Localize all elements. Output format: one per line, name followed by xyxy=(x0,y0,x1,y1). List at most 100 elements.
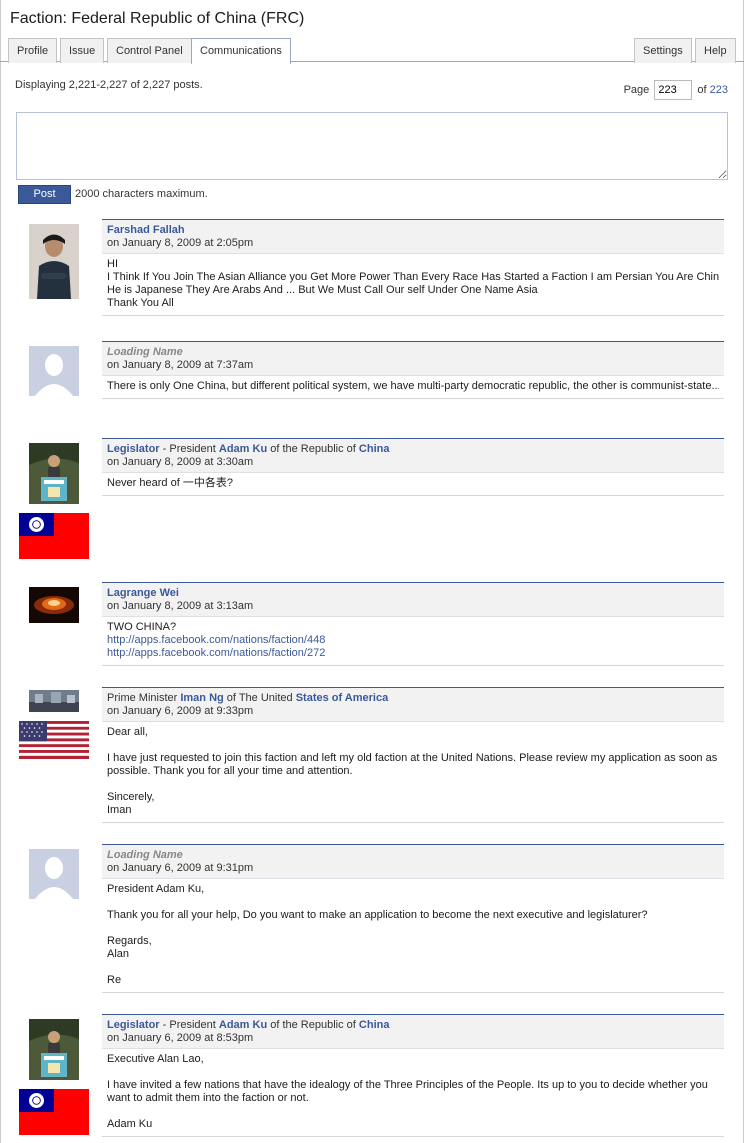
of-label: of xyxy=(697,84,707,96)
author-name-loading: Loading Name xyxy=(107,346,183,358)
tab-issue[interactable]: Issue xyxy=(60,38,105,63)
post-date: on January 6, 2009 at 9:31pm xyxy=(107,862,254,874)
pager: Page of 223 xyxy=(623,80,728,101)
avatar[interactable] xyxy=(29,690,79,712)
post-body: Legislator - President Adam Ku of the Re… xyxy=(102,1014,724,1137)
post-date: on January 8, 2009 at 3:30am xyxy=(107,456,254,468)
displaying-count: Displaying 2,221-2,227 of 2,227 posts. xyxy=(15,79,203,91)
author-role[interactable]: Legislator xyxy=(107,1019,160,1031)
author-of-text: of The United xyxy=(223,692,296,704)
author-title-separator: - President xyxy=(159,1019,219,1031)
post-header: Loading Name on January 8, 2009 at 7:37a… xyxy=(102,342,724,376)
author-role[interactable]: Legislator xyxy=(107,443,160,455)
faction-link[interactable]: http://apps.facebook.com/nations/faction… xyxy=(107,647,325,659)
post-line: Regards, xyxy=(107,935,152,947)
author-name[interactable]: Adam Ku xyxy=(219,1019,267,1031)
post-date: on January 8, 2009 at 3:13am xyxy=(107,600,254,612)
avatar[interactable] xyxy=(29,587,79,623)
post-line: HI xyxy=(107,258,118,270)
post-line: Sincerely, xyxy=(107,791,155,803)
nation-link[interactable]: States of America xyxy=(296,692,389,704)
post-content: Executive Alan Lao, I have invited a few… xyxy=(102,1049,724,1137)
post-header: Farshad Fallah on January 8, 2009 at 2:0… xyxy=(102,220,724,254)
post-body: Loading Name on January 8, 2009 at 7:37a… xyxy=(102,341,724,399)
post-line: possible. Thank you for all your time an… xyxy=(107,765,353,777)
post-content: There is only One China, but different p… xyxy=(102,376,724,399)
post-line: TWO CHINA? xyxy=(107,621,177,633)
post-header: Loading Name on January 6, 2009 at 9:31p… xyxy=(102,845,724,879)
post-line: I Think If You Join The Asian Alliance y… xyxy=(107,271,719,283)
page-label: Page xyxy=(623,84,650,96)
page-title: Faction: Federal Republic of China (FRC) xyxy=(10,10,305,27)
post-content: President Adam Ku, Thank you for all you… xyxy=(102,879,724,993)
post-body: Farshad Fallah on January 8, 2009 at 2:0… xyxy=(102,219,724,316)
author-name-loading: Loading Name xyxy=(107,849,183,861)
author-prefix: Prime Minister xyxy=(107,692,181,704)
republic-of-china-flag-icon xyxy=(19,513,89,559)
post-button[interactable]: Post xyxy=(18,185,71,204)
nation-link[interactable]: China xyxy=(359,1019,390,1031)
post-header: Prime Minister Iman Ng of The United Sta… xyxy=(102,688,724,722)
post-line: Thank You All xyxy=(107,297,174,309)
post-line: Re xyxy=(107,974,122,986)
max-characters-note: 2000 characters maximum. xyxy=(75,188,208,200)
tab-bar: Profile Issue Control Panel Communicatio… xyxy=(0,36,744,64)
tab-control-panel[interactable]: Control Panel xyxy=(107,38,192,63)
post-header: Legislator - President Adam Ku of the Re… xyxy=(102,1015,724,1049)
faction-link[interactable]: http://apps.facebook.com/nations/faction… xyxy=(107,634,325,646)
nation-link[interactable]: China xyxy=(359,443,390,455)
author-of-text: of the Republic of xyxy=(267,443,359,455)
post-body: Lagrange Wei on January 8, 2009 at 3:13a… xyxy=(102,582,724,666)
post-line: Alan xyxy=(107,948,130,960)
post-line: want to admit them into the faction or n… xyxy=(107,1092,309,1104)
author-name[interactable]: Lagrange Wei xyxy=(107,587,179,599)
post-content: Never heard of 一中各表? xyxy=(102,473,724,496)
post-date: on January 8, 2009 at 2:05pm xyxy=(107,237,254,249)
tab-communications[interactable]: Communications xyxy=(191,38,291,64)
post-line: Thank you for all your help, Do you want… xyxy=(107,909,648,921)
post-textarea[interactable] xyxy=(16,112,728,180)
avatar[interactable] xyxy=(29,1019,79,1080)
avatar[interactable] xyxy=(29,443,79,504)
post-content: Dear all, I have just requested to join … xyxy=(102,722,724,823)
avatar-placeholder[interactable] xyxy=(29,346,79,396)
post-body: Loading Name on January 6, 2009 at 9:31p… xyxy=(102,844,724,993)
author-name[interactable]: Adam Ku xyxy=(219,443,267,455)
post-line: President Adam Ku, xyxy=(107,883,205,895)
tab-help[interactable]: Help xyxy=(695,38,736,63)
post-line: He is Japanese They Are Arabs And ... Bu… xyxy=(107,284,538,296)
post-line: I have just requested to join this facti… xyxy=(107,752,718,764)
post-date: on January 8, 2009 at 7:37am xyxy=(107,359,254,371)
post-line: There is only One China, but different p… xyxy=(107,380,719,392)
republic-of-china-flag-icon xyxy=(19,1089,89,1135)
post-line: Adam Ku xyxy=(107,1118,153,1130)
united-states-flag-icon xyxy=(19,721,89,759)
tab-profile[interactable]: Profile xyxy=(8,38,58,63)
post-line: Iman xyxy=(107,804,132,816)
author-name[interactable]: Farshad Fallah xyxy=(107,224,185,236)
author-name[interactable]: Iman Ng xyxy=(180,692,223,704)
author-title-separator: - President xyxy=(159,443,219,455)
post-body: Legislator - President Adam Ku of the Re… xyxy=(102,438,724,496)
author-of-text: of the Republic of xyxy=(267,1019,359,1031)
post-body: Prime Minister Iman Ng of The United Sta… xyxy=(102,687,724,823)
post-header: Legislator - President Adam Ku of the Re… xyxy=(102,439,724,473)
avatar-placeholder[interactable] xyxy=(29,849,79,899)
post-header: Lagrange Wei on January 8, 2009 at 3:13a… xyxy=(102,583,724,617)
post-line: Executive Alan Lao, xyxy=(107,1053,204,1065)
post-content: TWO CHINA? http://apps.facebook.com/nati… xyxy=(102,617,724,666)
total-pages-link[interactable]: 223 xyxy=(710,84,728,96)
post-line: Dear all, xyxy=(107,726,148,738)
post-line: I have invited a few nations that have t… xyxy=(107,1079,708,1091)
post-date: on January 6, 2009 at 8:53pm xyxy=(107,1032,254,1044)
avatar[interactable] xyxy=(29,224,79,299)
tab-settings[interactable]: Settings xyxy=(634,38,692,63)
page-input[interactable] xyxy=(654,80,693,101)
